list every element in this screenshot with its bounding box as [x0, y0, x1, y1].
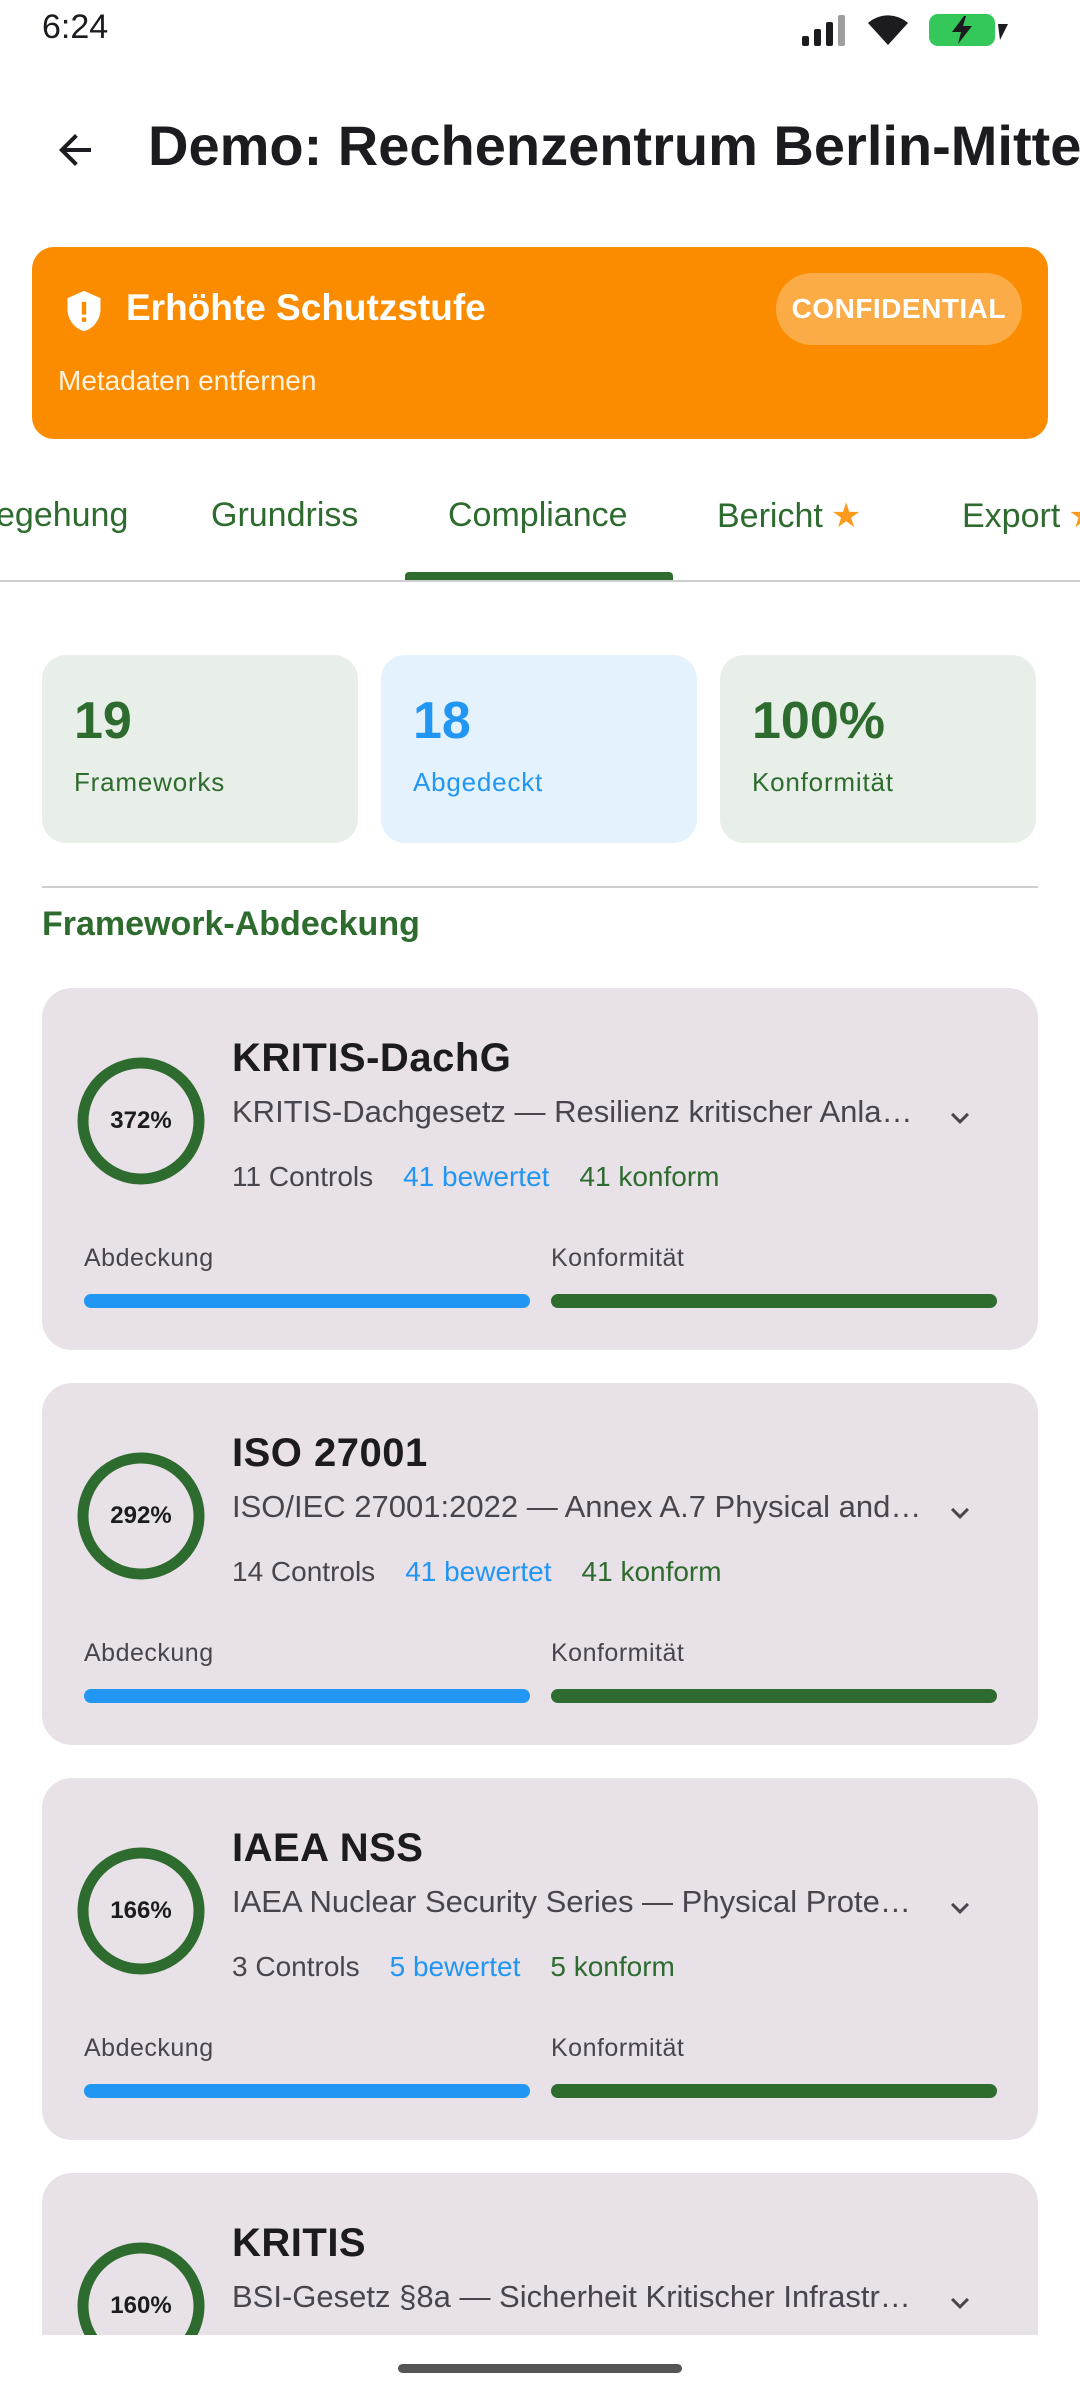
framework-card-kritis[interactable]: 160% KRITIS BSI-Gesetz §8a — Sicherheit …	[42, 2173, 1038, 2335]
rated-count: 41 bewertet	[405, 1556, 552, 1587]
tab-compliance[interactable]: Compliance	[448, 496, 628, 535]
tab-grundriss[interactable]: Grundriss	[211, 496, 358, 535]
tab-bar: egehung Grundriss Compliance Bericht ★ Ex…	[0, 448, 1080, 582]
stat-label: Konformität	[752, 767, 894, 797]
framework-card-iaea-nss[interactable]: 166% IAEA NSS IAEA Nuclear Security Seri…	[42, 1778, 1038, 2140]
divider	[42, 886, 1038, 888]
framework-description: KRITIS-Dachgesetz — Resilienz kritischer…	[232, 1094, 922, 1129]
chevron-down-icon[interactable]	[942, 1495, 978, 1531]
conformity-label: Konformität	[551, 1244, 685, 1272]
coverage-bar	[84, 1689, 530, 1703]
status-icons	[800, 12, 1010, 48]
coverage-label: Abdeckung	[84, 1639, 214, 1667]
signal-icon	[802, 15, 845, 46]
controls-count: 14 Controls	[232, 1556, 376, 1587]
framework-name: ISO 27001	[232, 1431, 428, 1475]
coverage-bar	[84, 2084, 530, 2098]
conformity-bar	[551, 2084, 997, 2098]
status-time: 6:24	[42, 8, 109, 46]
framework-card-iso-27001[interactable]: 292% ISO 27001 ISO/IEC 27001:2022 — Anne…	[42, 1383, 1038, 1745]
stat-card-conformity: 100% Konformität	[720, 655, 1036, 843]
section-title: Framework-Abdeckung	[42, 905, 420, 943]
framework-name: IAEA NSS	[232, 1826, 424, 1870]
tab-export[interactable]: Export★	[962, 496, 1080, 536]
battery-icon	[929, 14, 1008, 46]
stat-label: Abgedeckt	[413, 767, 544, 797]
controls-count: 3 Controls	[232, 1951, 360, 1982]
ring-percent: 372%	[110, 1107, 172, 1134]
shield-icon	[67, 290, 101, 332]
chevron-down-icon[interactable]	[942, 1100, 978, 1136]
ring-percent: 160%	[110, 2292, 172, 2319]
conform-count: 41 konform	[581, 1556, 722, 1587]
stat-card-frameworks: 19 Frameworks	[42, 655, 358, 843]
framework-name: KRITIS	[232, 2221, 367, 2265]
protection-subtitle: Metadaten entfernen	[58, 365, 317, 396]
stat-value: 19	[74, 692, 132, 750]
page-title: Demo: Rechenzentrum Berlin-Mitte	[148, 114, 1080, 177]
framework-meta: 11 Controls 41 bewertet 41 konform	[232, 1161, 750, 1193]
rated-count: 41 bewertet	[403, 1161, 550, 1192]
ring-percent: 292%	[110, 1502, 172, 1529]
protection-title: Erhöhte Schutzstufe	[126, 287, 486, 328]
coverage-label: Abdeckung	[84, 1244, 214, 1272]
coverage-bar	[84, 1294, 530, 1308]
app-bar: Demo: Rechenzentrum Berlin-Mitte	[0, 95, 1080, 195]
framework-meta: 3 Controls 5 bewertet 5 konform	[232, 1951, 705, 1983]
rated-count: 5 bewertet	[389, 1951, 521, 1982]
tab-indicator	[405, 572, 673, 580]
tab-export-label: Export	[962, 497, 1061, 535]
framework-description: IAEA Nuclear Security Series — Physical …	[232, 1884, 922, 1919]
conformity-label: Konformität	[551, 1639, 685, 1667]
tab-bericht[interactable]: Bericht ★	[717, 496, 861, 536]
confidential-badge[interactable]: CONFIDENTIAL	[775, 273, 1022, 345]
status-bar: 6:24	[0, 0, 1080, 60]
framework-meta: 14 Controls 41 bewertet 41 konform	[232, 1556, 752, 1588]
home-indicator[interactable]	[398, 2364, 682, 2373]
star-icon: ★	[1068, 497, 1080, 535]
conform-count: 5 konform	[550, 1951, 675, 1982]
stat-value: 18	[413, 692, 471, 750]
stat-value: 100%	[752, 692, 885, 750]
controls-count: 11 Controls	[232, 1161, 374, 1192]
back-button[interactable]	[40, 115, 110, 185]
conformity-bar	[551, 1689, 997, 1703]
wifi-icon	[868, 15, 908, 45]
chevron-down-icon[interactable]	[942, 2285, 978, 2321]
coverage-label: Abdeckung	[84, 2034, 214, 2062]
framework-name: KRITIS-DachG	[232, 1036, 512, 1080]
framework-description: BSI-Gesetz §8a — Sicherheit Kritischer I…	[232, 2279, 922, 2314]
conformity-label: Konformität	[551, 2034, 685, 2062]
stat-label: Frameworks	[74, 767, 226, 797]
ring-percent: 166%	[110, 1897, 172, 1924]
arrow-back-icon	[59, 134, 91, 166]
conform-count: 41 konform	[579, 1161, 720, 1192]
protection-banner: Erhöhte Schutzstufe Metadaten entfernen …	[32, 247, 1048, 439]
framework-description: ISO/IEC 27001:2022 — Annex A.7 Physical …	[232, 1489, 922, 1524]
framework-card-kritis-dachg[interactable]: 372% KRITIS-DachG KRITIS-Dachgesetz — Re…	[42, 988, 1038, 1350]
tab-bericht-label: Bericht	[717, 497, 823, 535]
star-icon: ★	[830, 497, 862, 535]
conformity-bar	[551, 1294, 997, 1308]
stat-card-covered: 18 Abgedeckt	[381, 655, 697, 843]
chevron-down-icon[interactable]	[942, 1890, 978, 1926]
tab-begehung[interactable]: egehung	[0, 496, 128, 535]
